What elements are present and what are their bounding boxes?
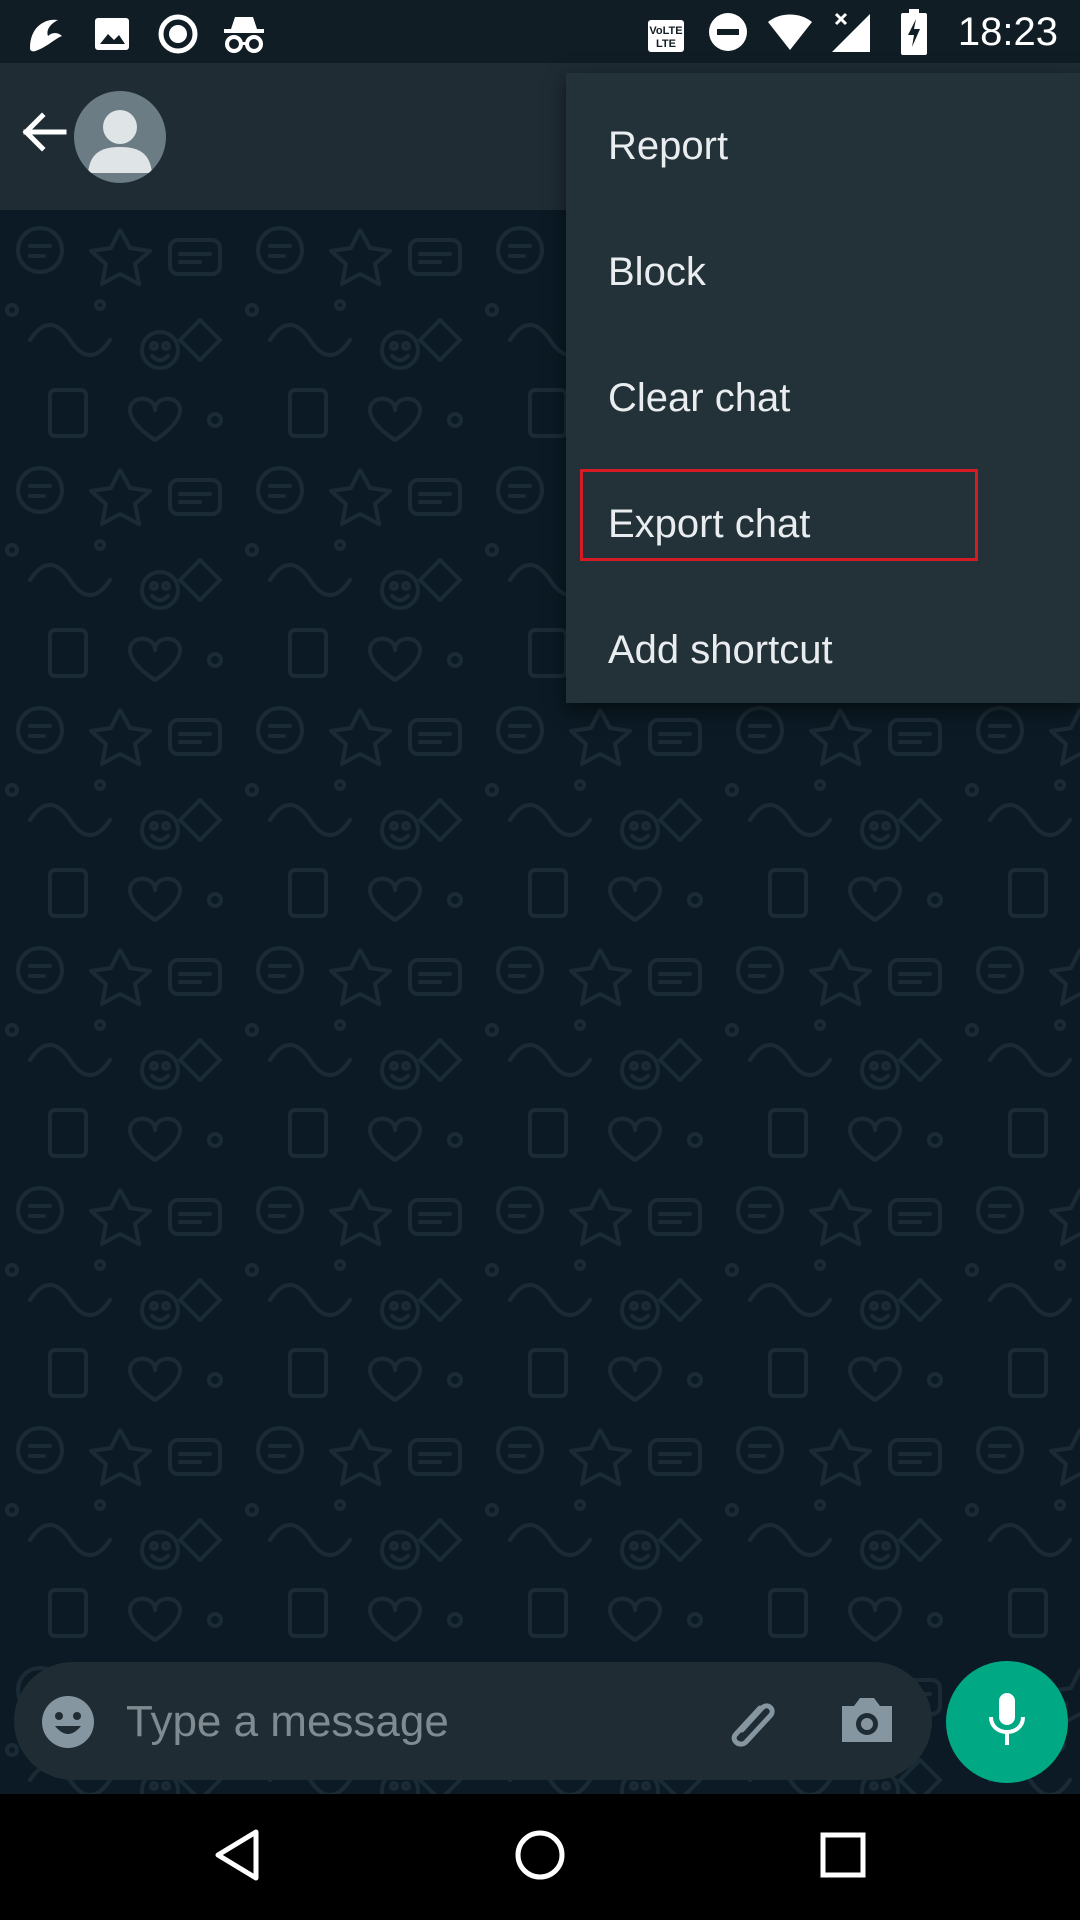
nav-back-icon [212,1828,262,1887]
emoji-icon[interactable] [40,1694,96,1750]
menu-item-add-shortcut[interactable]: Add shortcut [566,587,1080,713]
volte-icon: VoLTE LTE [642,8,690,56]
paperclip-icon[interactable] [722,1690,786,1754]
incognito-icon [220,10,268,58]
nav-recents-icon [819,1831,867,1884]
menu-item-report[interactable]: Report [566,83,1080,209]
camera-icon[interactable] [836,1692,898,1752]
wifi-icon [766,8,814,56]
nav-recents-button[interactable] [810,1824,876,1890]
contact-avatar[interactable] [74,91,166,183]
battery-charging-icon [890,8,938,56]
message-composer [14,1662,932,1780]
arrow-left-icon [22,111,68,157]
menu-item-clear-chat[interactable]: Clear chat [566,335,1080,461]
nav-back-button[interactable] [204,1824,270,1890]
overflow-menu: Report Block Clear chat Export chat Add … [566,73,1080,703]
menu-item-export-chat[interactable]: Export chat [566,461,1080,587]
dnd-icon [704,8,752,56]
carrier-logo-icon [22,10,70,58]
svg-text:VoLTE: VoLTE [649,25,682,37]
record-icon [154,10,202,58]
status-time: 18:23 [957,9,1058,54]
svg-text:LTE: LTE [656,38,676,50]
voice-record-button[interactable] [946,1661,1068,1783]
status-bar: VoLTE LTE 18:23 [0,0,1080,63]
signal-icon [828,8,876,56]
message-input[interactable] [124,1684,688,1760]
menu-item-block[interactable]: Block [566,209,1080,335]
microphone-icon [987,1691,1027,1754]
system-nav-bar [0,1794,1080,1920]
nav-home-button[interactable] [507,1824,573,1890]
default-avatar-icon [74,110,166,183]
nav-home-icon [513,1828,567,1887]
back-button[interactable] [14,103,76,165]
image-icon [88,10,136,58]
